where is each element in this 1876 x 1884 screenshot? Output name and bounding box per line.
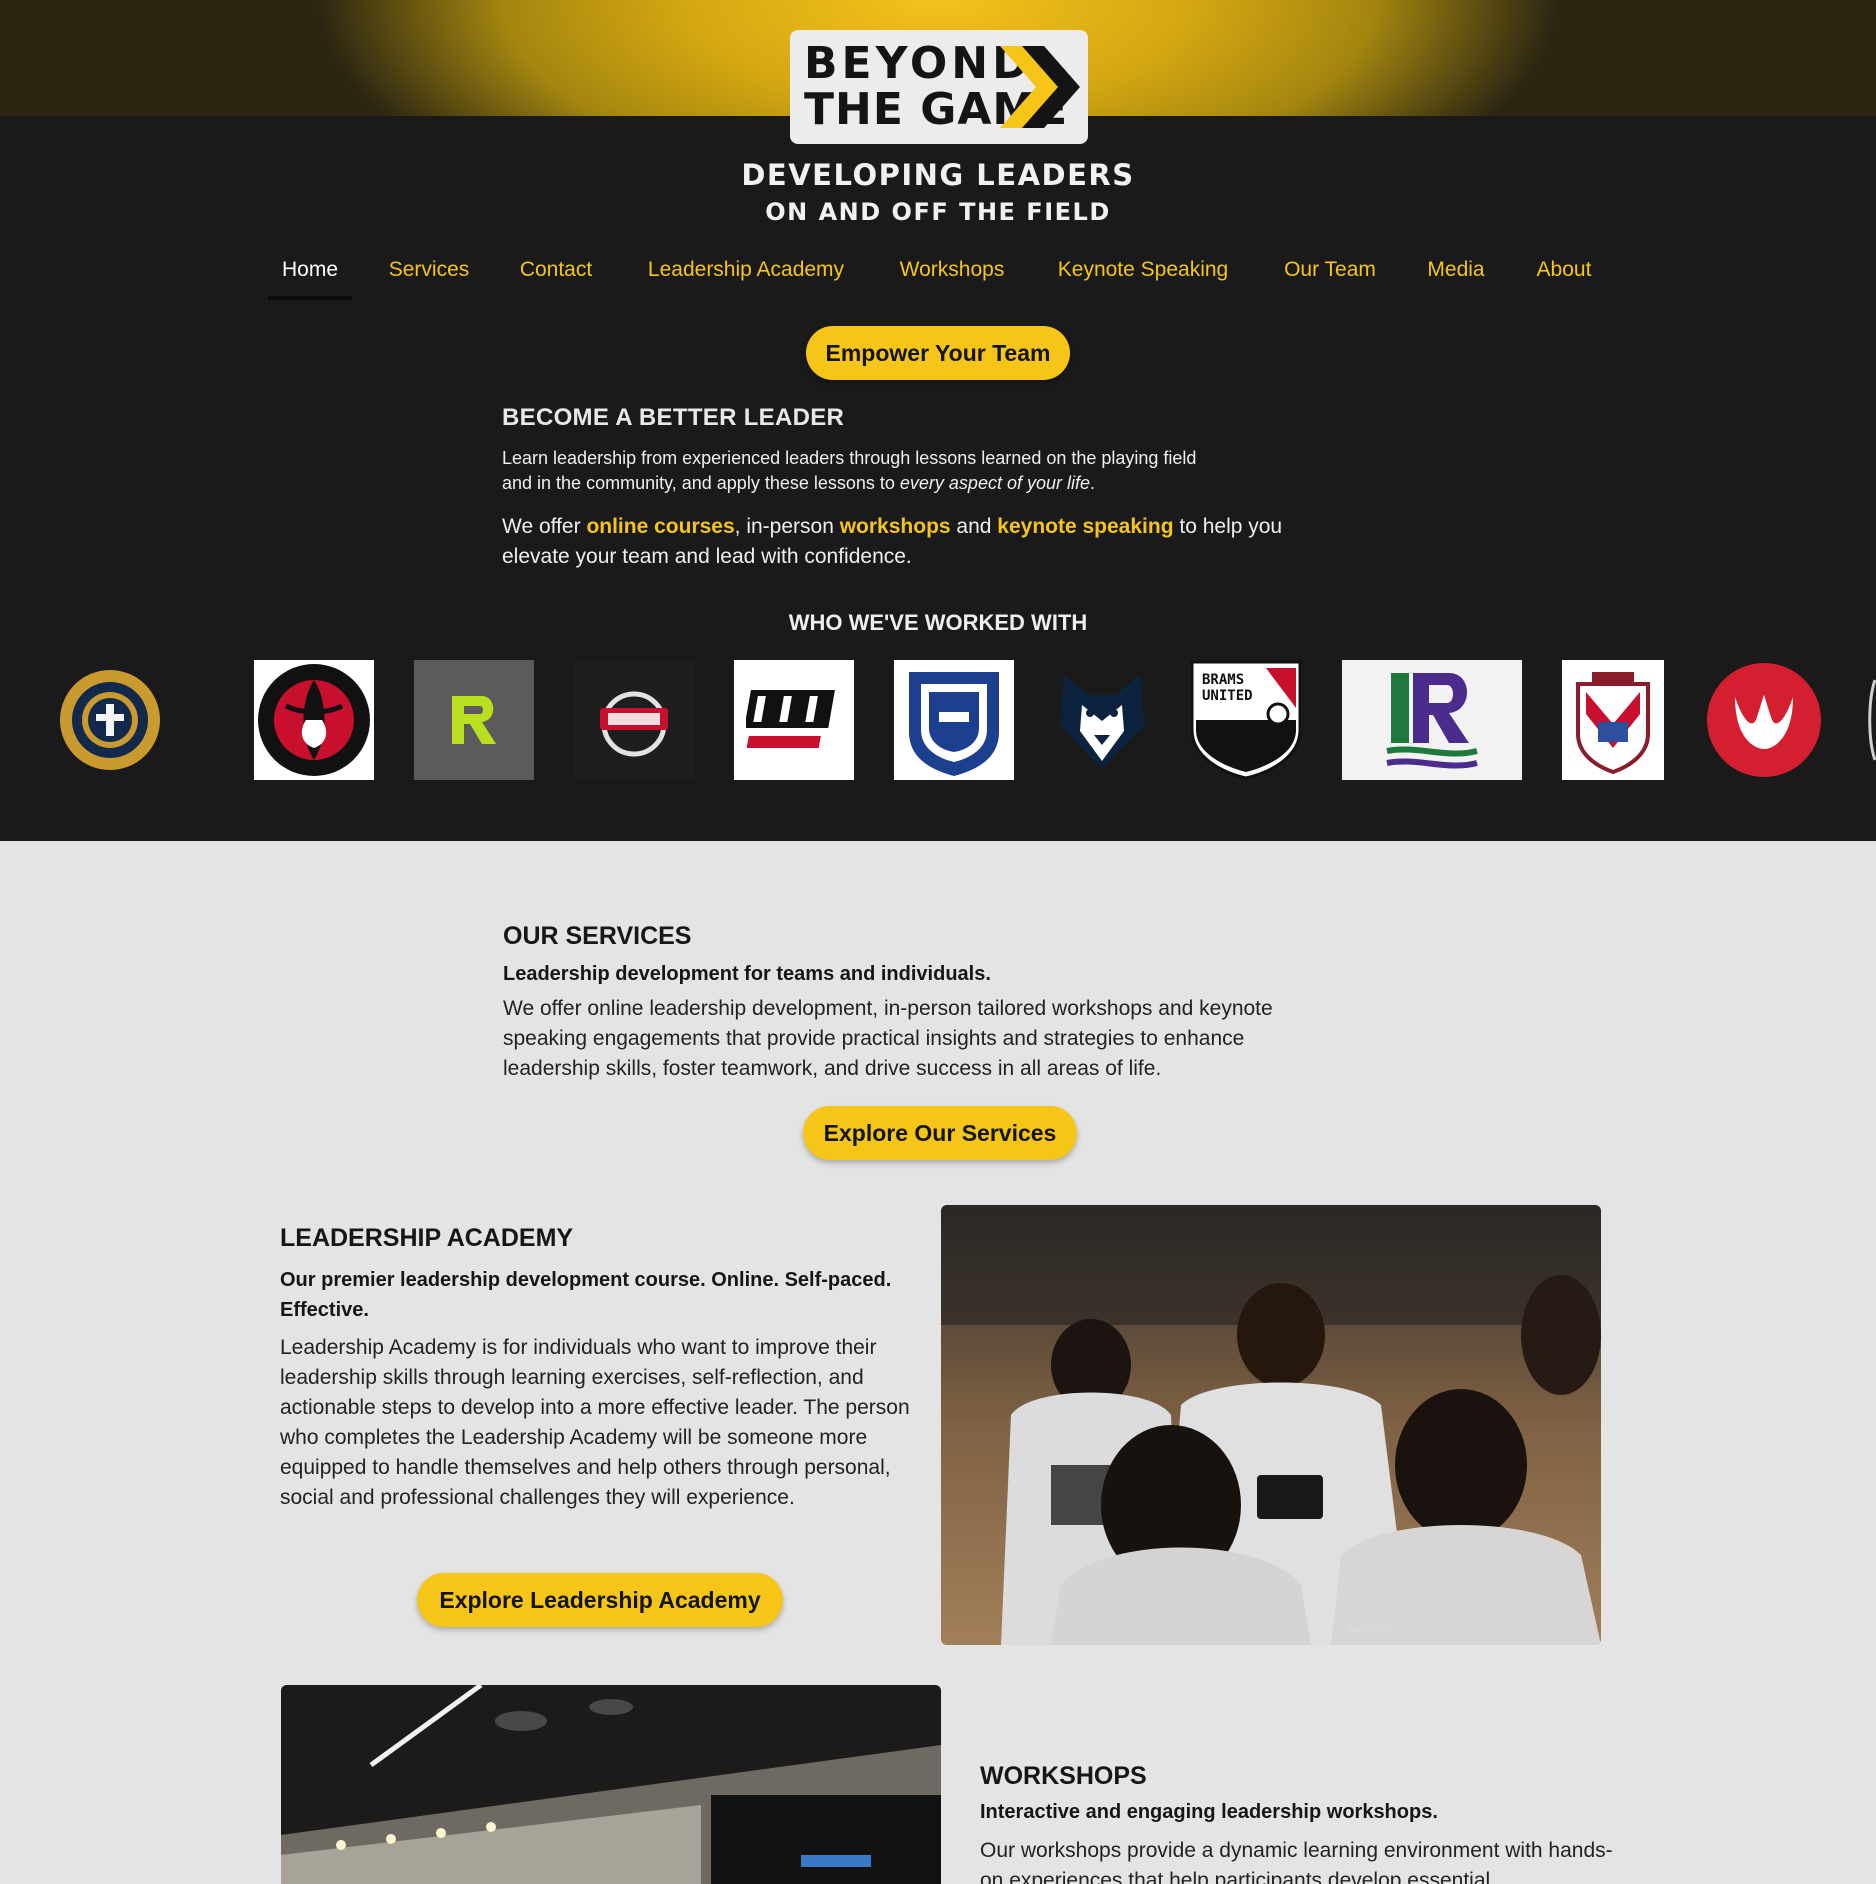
brams-line1: BRAMS: [1202, 672, 1244, 688]
workshops-subtitle: Interactive and engaging leadership work…: [980, 1801, 1438, 1823]
nav-home[interactable]: Home: [268, 252, 352, 300]
rba-wordmark-icon: [746, 690, 835, 748]
school-crest-icon: [1576, 672, 1650, 775]
hero-section: BEYOND THE GAME DEVELOPING LEADERS ON AN…: [0, 0, 1876, 841]
nav-media[interactable]: Media: [1420, 252, 1492, 300]
partners-title: WHO WE'VE WORKED WITH: [788, 610, 1088, 635]
brams-united-logo: BRAMS UNITED: [1190, 660, 1302, 780]
offer-text-b: , in-person: [734, 515, 840, 538]
notre-dame-crest-icon: [60, 670, 160, 770]
services-section: OUR SERVICES Leadership development for …: [503, 922, 1343, 1084]
empower-team-button[interactable]: Empower Your Team: [806, 326, 1070, 380]
intro-period: .: [1090, 473, 1096, 493]
nav-leadership-academy[interactable]: Leadership Academy: [634, 252, 858, 300]
offer-paragraph: We offer online courses, in-person works…: [502, 512, 1342, 572]
tagline-secondary: ON AND OFF THE FIELD: [765, 198, 1111, 226]
become-leader-title: BECOME A BETTER LEADER: [502, 404, 845, 431]
logo-chevron-icon: [1000, 46, 1080, 128]
workshops-title: WORKSHOPS: [980, 1762, 1147, 1790]
explore-services-button[interactable]: Explore Our Services: [803, 1106, 1077, 1160]
partial-ring-icon: [1868, 679, 1876, 761]
r-flag-icon: [1386, 673, 1478, 769]
leadership-academy-section: LEADERSHIP ACADEMY Our premier leadershi…: [280, 1224, 920, 1513]
impact-ball-icon: [600, 691, 668, 757]
intro-line1: Learn leadership from experienced leader…: [502, 448, 1197, 468]
online-courses-link[interactable]: online courses: [586, 515, 734, 538]
husky-logo: [1054, 660, 1150, 780]
intro-emphasis: every aspect of your life: [899, 473, 1090, 493]
nav-contact[interactable]: Contact: [506, 252, 606, 300]
services-title: OUR SERVICES: [503, 922, 692, 950]
keynote-speaking-link[interactable]: keynote speaking: [997, 515, 1173, 538]
nav-about[interactable]: About: [1520, 252, 1608, 300]
impact-logo: [574, 660, 694, 780]
r-brand-logo: [414, 660, 534, 780]
main-nav: Home Services Contact Leadership Academy…: [0, 252, 1876, 306]
academy-body: Leadership Academy is for individuals wh…: [280, 1336, 910, 1509]
brams-line2: UNITED: [1202, 688, 1253, 704]
nav-services[interactable]: Services: [380, 252, 478, 300]
husky-head-icon: [1060, 675, 1144, 769]
team-huddle-image: sportsUP: [941, 1205, 1601, 1645]
brams-united-shield-icon: BRAMS UNITED: [1190, 660, 1302, 780]
school-crest-logo: [1562, 660, 1664, 780]
become-leader-intro: Learn leadership from experienced leader…: [502, 446, 1302, 496]
nav-workshops[interactable]: Workshops: [886, 252, 1018, 300]
offer-text-c: and: [950, 515, 998, 538]
services-body: We offer online leadership development, …: [503, 997, 1273, 1080]
academy-team-huddle-photo: sportsUP: [941, 1205, 1601, 1645]
tagline-primary: DEVELOPING LEADERS: [741, 158, 1135, 192]
workshops-link[interactable]: workshops: [840, 515, 951, 538]
st-thomas-aquinas-logo: [894, 660, 1014, 780]
r-flag-logo: [1342, 660, 1522, 780]
rba-basketball-logo: [734, 660, 854, 780]
workshops-venue-photo: [281, 1685, 941, 1884]
academy-subtitle: Our premier leadership development cours…: [280, 1269, 892, 1321]
obl-ball-icon: [258, 664, 370, 776]
nav-keynote-speaking[interactable]: Keynote Speaking: [1046, 252, 1240, 300]
notre-dame-logo: [58, 660, 162, 780]
lululemon-mark-icon: [1707, 663, 1821, 777]
workshops-body: Our workshops provide a dynamic learning…: [980, 1839, 1613, 1884]
academy-title: LEADERSHIP ACADEMY: [280, 1224, 574, 1252]
services-subtitle: Leadership development for teams and ind…: [503, 963, 991, 985]
partner-logo-partial: [1866, 660, 1876, 780]
photo-sponsor-caption: sportsUP: [1349, 1623, 1394, 1635]
lululemon-logo: [1704, 660, 1824, 780]
ontario-basketball-league-logo: [254, 660, 374, 780]
intro-line2: and in the community, and apply these le…: [502, 473, 900, 493]
workshops-section: WORKSHOPS Interactive and engaging leade…: [980, 1762, 1620, 1884]
site-logo[interactable]: BEYOND THE GAME: [790, 30, 1088, 144]
nav-our-team[interactable]: Our Team: [1268, 252, 1392, 300]
r-letter-icon: [452, 696, 496, 744]
become-leader-block: BECOME A BETTER LEADER Learn leadership …: [502, 404, 1342, 572]
explore-academy-button[interactable]: Explore Leadership Academy: [417, 1573, 783, 1627]
offer-text-a: We offer: [502, 515, 587, 538]
sta-crest-icon: [909, 672, 999, 776]
partner-logo-carousel[interactable]: BRAMS UNITED: [0, 660, 1876, 782]
workshop-venue-image: [281, 1685, 941, 1884]
